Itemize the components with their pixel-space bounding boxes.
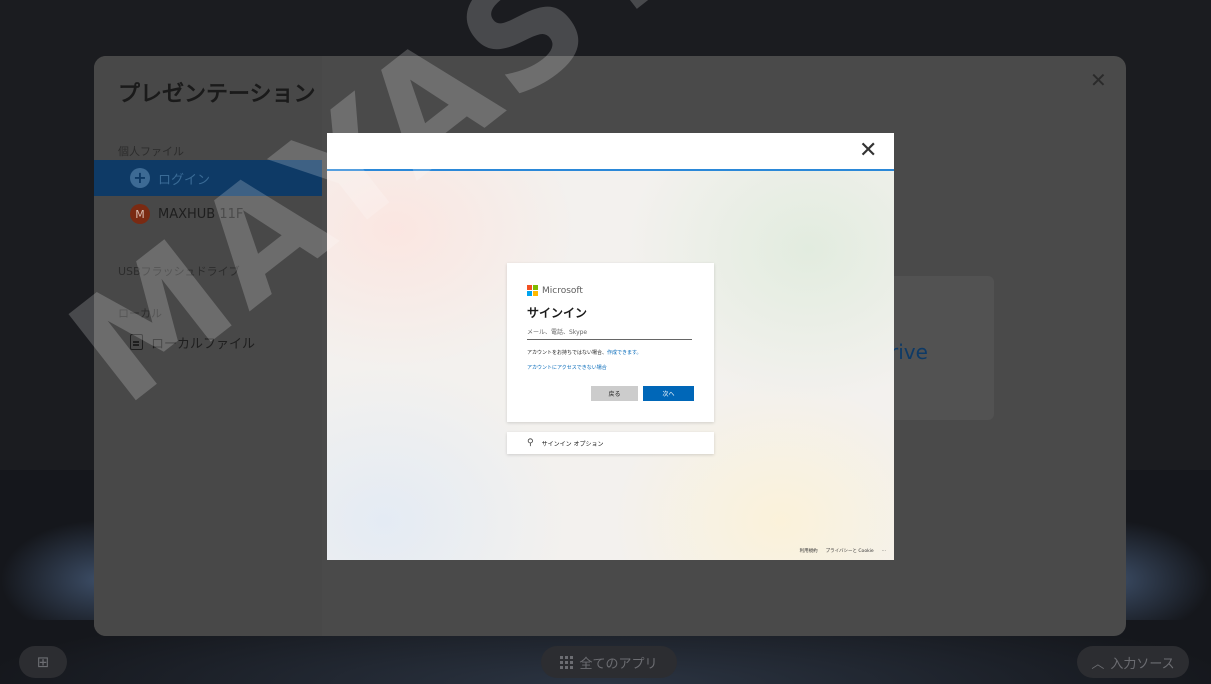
section-local: ローカル: [118, 307, 162, 320]
avatar: M: [130, 204, 150, 224]
apps-grid-icon: [560, 655, 574, 669]
signin-title: サインイン: [527, 306, 588, 320]
input-source-label: 入力ソース: [1110, 656, 1175, 672]
panel-title: プレゼンテーション: [118, 82, 316, 107]
sidebar-item-account[interactable]: M MAXHUB 11F: [94, 196, 322, 232]
input-source-button[interactable]: ︿ 入力ソース: [1077, 646, 1189, 678]
sidebar-item-local-files[interactable]: ローカルファイル: [94, 324, 322, 360]
more-options-link[interactable]: ...: [882, 548, 886, 554]
signin-dialog: ✕ Microsoft サインイン アカウントをお持ちではない場合、作成できます…: [327, 133, 894, 560]
panel-close-icon[interactable]: ✕: [1090, 70, 1107, 90]
signin-card: Microsoft サインイン アカウントをお持ちではない場合、作成できます。 …: [507, 263, 714, 422]
key-icon: ⚲: [527, 438, 534, 448]
onedrive-label: rive: [890, 340, 928, 364]
microsoft-logo: Microsoft: [527, 285, 583, 296]
all-apps-button[interactable]: 全てのアプリ: [541, 646, 677, 678]
sidebar-item-label: ローカルファイル: [151, 336, 256, 352]
email-input[interactable]: [527, 325, 692, 340]
all-apps-label: 全てのアプリ: [579, 656, 658, 672]
dialog-footer: 利用規約 プライバシーと Cookie ...: [800, 548, 886, 554]
background-earth-right: [1111, 520, 1211, 620]
dialog-close-icon[interactable]: ✕: [859, 140, 877, 162]
back-button[interactable]: 戻る: [591, 386, 638, 401]
section-personal-files: 個人ファイル: [118, 145, 184, 158]
create-account-link[interactable]: 作成できます。: [607, 350, 642, 356]
no-account-label: アカウントをお持ちではない場合、: [527, 350, 608, 356]
no-account-text: アカウントをお持ちではない場合、作成できます。: [527, 349, 642, 356]
signin-options-button[interactable]: ⚲ サインイン オプション: [507, 432, 714, 454]
sidebar-item-label: ログイン: [158, 172, 211, 188]
microsoft-brand-text: Microsoft: [542, 285, 583, 296]
grid-icon: ⊞: [36, 653, 50, 671]
file-icon: [130, 334, 143, 350]
taskbar-grid-button[interactable]: ⊞: [19, 646, 67, 678]
dialog-body: Microsoft サインイン アカウントをお持ちではない場合、作成できます。 …: [327, 171, 894, 560]
dialog-header: ✕: [327, 133, 894, 170]
chevron-up-icon: ︿: [1091, 656, 1105, 672]
sidebar-item-login[interactable]: + ログイン: [94, 160, 322, 196]
taskbar: ⊞ 全てのアプリ ︿ 入力ソース: [0, 642, 1211, 684]
sidebar-item-label: MAXHUB 11F: [158, 206, 244, 222]
background-earth-left: [0, 520, 100, 620]
privacy-link[interactable]: プライバシーと Cookie: [826, 548, 874, 554]
microsoft-logo-icon: [527, 285, 538, 296]
next-button[interactable]: 次へ: [643, 386, 694, 401]
terms-link[interactable]: 利用規約: [800, 548, 818, 554]
signin-options-label: サインイン オプション: [541, 440, 604, 448]
section-usb: USBフラッシュドライブ: [118, 265, 240, 278]
plus-circle-icon: +: [130, 168, 150, 188]
cant-access-link[interactable]: アカウントにアクセスできない場合: [527, 364, 607, 371]
sidebar: プレゼンテーション 個人ファイル + ログイン M MAXHUB 11F USB…: [94, 56, 322, 636]
